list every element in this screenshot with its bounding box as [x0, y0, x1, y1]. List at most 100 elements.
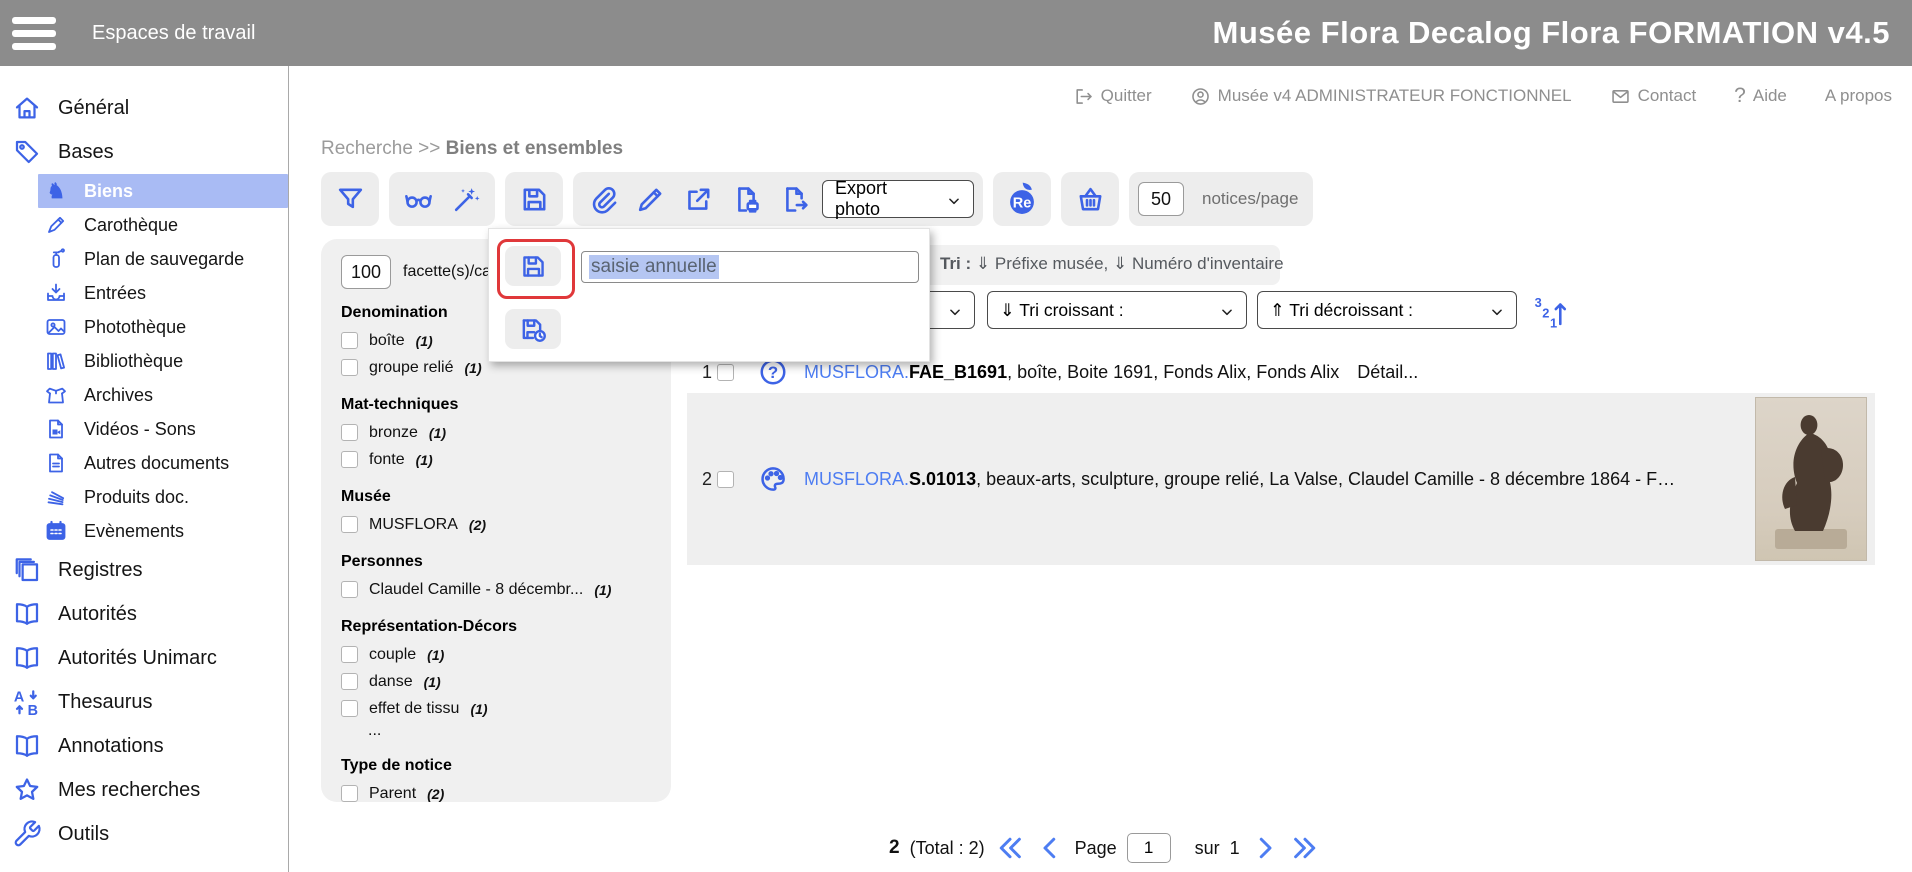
facet-checkbox[interactable]: [341, 451, 358, 468]
contact-link[interactable]: Contact: [1610, 86, 1697, 107]
attach-button[interactable]: [582, 177, 622, 221]
tag-icon: [12, 137, 42, 167]
export-photo-select[interactable]: Export photo: [822, 180, 974, 218]
svg-text:B: B: [28, 703, 38, 717]
user-account[interactable]: Musée v4 ADMINISTRATEUR FONCTIONNEL: [1190, 86, 1572, 107]
sidebar-item-g-n-ral[interactable]: Général: [0, 86, 288, 130]
sidebar-item-label: Archives: [84, 385, 153, 406]
search-name-input[interactable]: saisie annuelle: [581, 251, 919, 283]
sidebar-item-thesaurus[interactable]: ABThesaurus: [0, 680, 288, 724]
sidebar-item-biens[interactable]: ♞Biens: [38, 174, 288, 208]
facet-group-title: Musée: [341, 488, 671, 506]
result-id[interactable]: FAE_B1691: [909, 362, 1007, 382]
preview-button[interactable]: [398, 177, 438, 221]
sidebar-item-autres-documents[interactable]: Autres documents: [0, 446, 288, 480]
total-pages: 1: [1230, 838, 1240, 859]
sidebar-item-plan-de-sauvegarde[interactable]: Plan de sauvegarde: [0, 242, 288, 276]
facet-checkbox[interactable]: [341, 332, 358, 349]
result-thumbnail[interactable]: [1755, 397, 1867, 561]
sidebar-item-biblioth-que[interactable]: Bibliothèque: [0, 344, 288, 378]
result-detail-link[interactable]: Détail...: [1357, 362, 1418, 383]
result-link[interactable]: MUSFLORA.: [804, 469, 909, 489]
facet-item: fonte(1): [341, 446, 671, 473]
palette-icon: [758, 464, 788, 494]
result-number: 1: [697, 362, 717, 383]
result-link[interactable]: MUSFLORA.: [804, 362, 909, 382]
facet-label: groupe relié: [369, 359, 454, 377]
sort-numeric-icon[interactable]: 321: [1532, 292, 1568, 330]
page-label: Page: [1075, 838, 1117, 859]
sidebar-item-produits-doc-[interactable]: Produits doc.: [0, 480, 288, 514]
facet-count-input[interactable]: [341, 255, 391, 289]
toolbar-group-recolnat: Re: [993, 172, 1051, 226]
facet-checkbox[interactable]: [341, 359, 358, 376]
next-page-icon[interactable]: [1250, 833, 1280, 863]
facet-checkbox[interactable]: [341, 646, 358, 663]
first-page-icon[interactable]: [995, 833, 1025, 863]
facet-checkbox[interactable]: [341, 516, 358, 533]
facet-checkbox[interactable]: [341, 785, 358, 802]
sidebar-item-label: Général: [58, 97, 129, 120]
sidebar-item-annotations[interactable]: Annotations: [0, 724, 288, 768]
sidebar-item-caroth-que[interactable]: Carothèque: [0, 208, 288, 242]
extinguisher-icon: [44, 247, 68, 271]
recolnat-button[interactable]: Re: [1002, 177, 1042, 221]
sidebar-item-autorit-s-unimarc[interactable]: Autorités Unimarc: [0, 636, 288, 680]
sidebar-item-mes-recherches[interactable]: Mes recherches: [0, 768, 288, 812]
result-id[interactable]: S.01013: [909, 469, 976, 489]
facet-checkbox[interactable]: [341, 700, 358, 717]
sidebar-item-entr-es[interactable]: Entrées: [0, 276, 288, 310]
facet-group-title: Mat-techniques: [341, 396, 671, 414]
result-checkbox[interactable]: [717, 364, 734, 381]
result-checkbox[interactable]: [717, 471, 734, 488]
last-page-icon[interactable]: [1290, 833, 1320, 863]
previous-page-icon[interactable]: [1035, 833, 1065, 863]
sidebar-item-label: Entrées: [84, 283, 146, 304]
filter-button[interactable]: [330, 177, 370, 221]
sidebar-item-autorit-s[interactable]: Autorités: [0, 592, 288, 636]
print-document-button[interactable]: [726, 177, 766, 221]
sidebar-item-phototh-que[interactable]: Photothèque: [0, 310, 288, 344]
facet-checkbox[interactable]: [341, 424, 358, 441]
breadcrumb-section[interactable]: Recherche >>: [321, 138, 446, 159]
open-external-button[interactable]: [678, 177, 718, 221]
sidebar-item-registres[interactable]: Registres: [0, 548, 288, 592]
facet-count: (2): [469, 517, 486, 533]
sidebar-item-outils[interactable]: Outils: [0, 812, 288, 856]
hamburger-menu-icon[interactable]: [12, 13, 58, 53]
sidebar-item-label: Mes recherches: [58, 779, 200, 802]
facet-more[interactable]: ...: [368, 722, 671, 742]
star-icon: [12, 775, 42, 805]
facet-checkbox[interactable]: [341, 581, 358, 598]
result-total: (Total : 2): [910, 838, 985, 859]
workspaces-label[interactable]: Espaces de travail: [92, 22, 255, 45]
toolbar-group-basket: [1061, 172, 1119, 226]
quit-button[interactable]: Quitter: [1073, 86, 1152, 107]
calendar-icon: [44, 519, 68, 543]
popup-save-button[interactable]: [505, 246, 561, 286]
edit-button[interactable]: [630, 177, 670, 221]
sidebar-item-ev-nements[interactable]: Evènements: [0, 514, 288, 548]
sidebar-item-vid-os-sons[interactable]: Vidéos - Sons: [0, 412, 288, 446]
facet-group-title: Représentation-Décors: [341, 618, 671, 636]
chevron-down-icon: [1490, 303, 1504, 317]
notices-per-page-input[interactable]: [1138, 182, 1184, 216]
popup-save-scheduled-button[interactable]: [505, 309, 561, 349]
basket-button[interactable]: [1070, 177, 1110, 221]
sidebar-item-bases[interactable]: Bases: [0, 130, 288, 174]
save-search-button[interactable]: [514, 177, 554, 221]
sort-ascending-select[interactable]: ⇓ Tri croissant :: [987, 291, 1247, 329]
export-document-button[interactable]: [774, 177, 814, 221]
result-row: 2MUSFLORA.S.01013, beaux-arts, sculpture…: [687, 393, 1875, 565]
file-lines-icon: [44, 451, 68, 475]
facet-item: danse(1): [341, 668, 671, 695]
sort-descending-select[interactable]: ⇑ Tri décroissant :: [1257, 291, 1517, 329]
about-link[interactable]: A propos: [1825, 86, 1892, 106]
help-link[interactable]: ? Aide: [1734, 84, 1787, 108]
magic-wand-button[interactable]: [446, 177, 486, 221]
facet-checkbox[interactable]: [341, 673, 358, 690]
facet-item: Parent(2): [341, 780, 671, 807]
sidebar-item-archives[interactable]: Archives: [0, 378, 288, 412]
page-number-input[interactable]: [1127, 833, 1171, 863]
sidebar-item-label: Annotations: [58, 735, 164, 758]
